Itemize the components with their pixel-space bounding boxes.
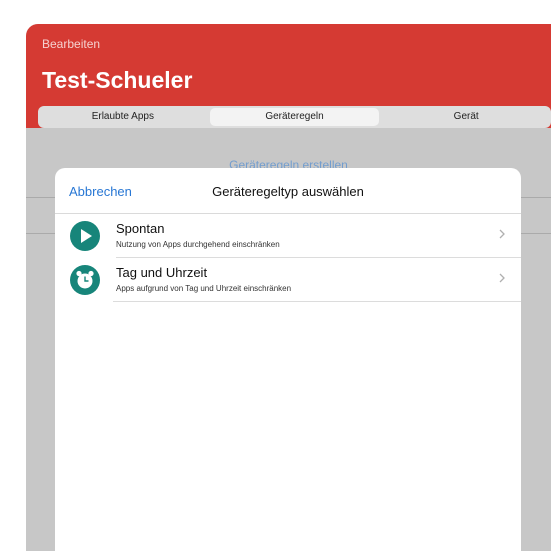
option-subtitle: Apps aufgrund von Tag und Uhrzeit einsch… bbox=[116, 284, 292, 293]
cancel-button[interactable]: Abbrechen bbox=[69, 184, 132, 199]
option-day-and-time[interactable]: Tag und Uhrzeit Apps aufgrund von Tag un… bbox=[55, 258, 521, 302]
play-icon bbox=[70, 221, 100, 251]
divider bbox=[113, 301, 521, 302]
tab-allowed-apps[interactable]: Erlaubte Apps bbox=[38, 106, 208, 128]
option-title: Spontan bbox=[116, 221, 165, 236]
chevron-right-icon bbox=[499, 229, 505, 239]
page-title: Test-Schueler bbox=[42, 67, 193, 93]
tab-device[interactable]: Gerät bbox=[381, 106, 551, 128]
tab-device-rules[interactable]: Geräteregeln bbox=[209, 108, 380, 126]
option-title: Tag und Uhrzeit bbox=[116, 265, 208, 280]
tab-bar: Erlaubte Apps Geräteregeln Gerät bbox=[38, 106, 551, 128]
option-spontan[interactable]: Spontan Nutzung von Apps durchgehend ein… bbox=[55, 214, 521, 258]
edit-button[interactable]: Bearbeiten bbox=[42, 37, 100, 51]
chevron-right-icon bbox=[499, 273, 505, 283]
rule-type-modal: Geräteregeltyp auswählen Abbrechen Spont… bbox=[55, 168, 521, 551]
alarm-clock-icon bbox=[70, 265, 100, 295]
option-subtitle: Nutzung von Apps durchgehend einschränke… bbox=[116, 240, 280, 249]
